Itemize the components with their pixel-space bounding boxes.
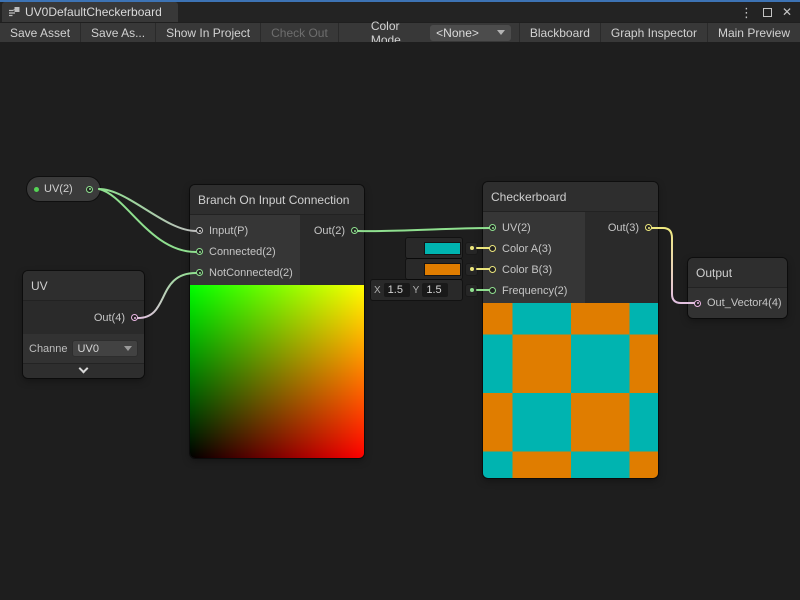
node-uv-property-pill[interactable]: UV(2) bbox=[27, 177, 100, 201]
pill-label: UV(2) bbox=[44, 183, 73, 195]
input-ports: UV(2) Color A(3) Color B(3) Frequency(2) bbox=[483, 212, 585, 303]
branch-node-uv-gradient-preview bbox=[190, 285, 364, 458]
color-mode-value: <None> bbox=[436, 26, 479, 40]
edge-uv2-to-inputP[interactable] bbox=[99, 189, 196, 231]
port-row-out-vector4[interactable]: Out_Vector4(4) bbox=[688, 288, 782, 318]
check-out-button: Check Out bbox=[261, 23, 339, 42]
frequency-x-label: X bbox=[374, 285, 381, 296]
port-uv-property-out[interactable] bbox=[86, 186, 93, 193]
port-color-b[interactable] bbox=[489, 266, 496, 273]
port-row-frequency[interactable]: Frequency(2) bbox=[483, 280, 585, 301]
maximize-icon[interactable] bbox=[763, 8, 772, 17]
color-b-field[interactable] bbox=[406, 259, 462, 279]
frequency-widget: X 1.5 Y 1.5 bbox=[371, 280, 478, 300]
color-mode-label: Color Mode bbox=[339, 23, 430, 42]
port-out4[interactable] bbox=[131, 314, 138, 321]
port-uv2[interactable] bbox=[489, 224, 496, 231]
main-preview-toggle-button[interactable]: Main Preview bbox=[708, 23, 800, 42]
close-icon[interactable]: ✕ bbox=[782, 6, 792, 18]
node-branch-on-input-connection[interactable]: Branch On Input Connection Input(P) Conn… bbox=[190, 185, 364, 458]
graph-inspector-toggle-button[interactable]: Graph Inspector bbox=[601, 23, 708, 42]
color-a-field[interactable] bbox=[406, 238, 462, 258]
edge-uv2-to-connected[interactable] bbox=[99, 189, 196, 252]
port-connected[interactable] bbox=[196, 248, 203, 255]
window-controls: ⋮ ✕ bbox=[740, 2, 800, 22]
frequency-y-input[interactable]: 1.5 bbox=[422, 283, 448, 297]
property-type-dot bbox=[34, 187, 39, 192]
port-row-notconnected[interactable]: NotConnected(2) bbox=[190, 262, 300, 283]
node-title: Output bbox=[688, 258, 787, 288]
port-out-vector4[interactable] bbox=[694, 300, 701, 307]
output-ports: Out(3) bbox=[585, 212, 658, 303]
save-as-button[interactable]: Save As... bbox=[81, 23, 156, 42]
color-a-widget bbox=[406, 238, 478, 258]
tab-title: UV0DefaultCheckerboard bbox=[25, 5, 162, 19]
dropdown-arrow-icon bbox=[124, 346, 132, 351]
toolbar: Save Asset Save As... Show In Project Ch… bbox=[0, 22, 800, 42]
input-ports: Out_Vector4(4) bbox=[688, 288, 787, 318]
port-out2[interactable] bbox=[351, 227, 358, 234]
port-row-out3[interactable]: Out(3) bbox=[585, 217, 658, 238]
port-input-p[interactable] bbox=[196, 227, 203, 234]
node-title: Branch On Input Connection bbox=[190, 185, 364, 215]
node-output[interactable]: Output Out_Vector4(4) bbox=[688, 258, 787, 318]
color-b-connector bbox=[465, 263, 478, 276]
edge-uvout4-to-notconnected[interactable] bbox=[138, 273, 196, 318]
chevron-down-icon bbox=[79, 364, 89, 374]
shader-graph-icon bbox=[8, 6, 20, 18]
port-row-color-a[interactable]: Color A(3) bbox=[483, 238, 585, 259]
frequency-y-label: Y bbox=[413, 285, 420, 296]
channel-dropdown[interactable]: UV0 bbox=[72, 340, 138, 357]
node-checkerboard[interactable]: Checkerboard UV(2) Color A(3) Color B(3) bbox=[483, 182, 658, 478]
color-mode-dropdown[interactable]: <None> bbox=[430, 25, 511, 41]
port-row-input-p[interactable]: Input(P) bbox=[190, 220, 300, 241]
save-asset-button[interactable]: Save Asset bbox=[0, 23, 81, 42]
checkerboard-node-preview bbox=[483, 303, 658, 478]
channel-value: UV0 bbox=[78, 343, 99, 355]
port-row-out2[interactable]: Out(2) bbox=[300, 220, 364, 241]
port-row-out4[interactable]: Out(4) bbox=[23, 301, 144, 334]
kebab-menu-icon[interactable]: ⋮ bbox=[740, 6, 753, 19]
frequency-connector bbox=[465, 284, 478, 297]
channel-row: Channe UV0 bbox=[23, 334, 144, 363]
node-uv[interactable]: UV Out(4) Channe UV0 bbox=[23, 271, 144, 378]
input-ports: Input(P) Connected(2) NotConnected(2) bbox=[190, 215, 300, 285]
show-in-project-button[interactable]: Show In Project bbox=[156, 23, 261, 42]
port-row-color-b[interactable]: Color B(3) bbox=[483, 259, 585, 280]
color-a-connector bbox=[465, 242, 478, 255]
shader-graph-window: UV0DefaultCheckerboard ⋮ ✕ Save Asset Sa… bbox=[0, 0, 800, 600]
color-a-swatch[interactable] bbox=[424, 242, 461, 255]
port-frequency[interactable] bbox=[489, 287, 496, 294]
node-title: Checkerboard bbox=[483, 182, 658, 212]
edge-branchout2-to-checker-uv[interactable] bbox=[358, 228, 489, 231]
node-title: UV bbox=[23, 271, 144, 301]
port-row-uv2[interactable]: UV(2) bbox=[483, 217, 585, 238]
port-row-connected[interactable]: Connected(2) bbox=[190, 241, 300, 262]
channel-label: Channe bbox=[29, 343, 68, 355]
expand-preview-button[interactable] bbox=[23, 363, 144, 378]
graph-canvas[interactable]: UV(2) Branch On Input Connection Input(P… bbox=[0, 42, 800, 600]
frequency-fields: X 1.5 Y 1.5 bbox=[371, 280, 462, 300]
port-color-a[interactable] bbox=[489, 245, 496, 252]
graph-tab[interactable]: UV0DefaultCheckerboard bbox=[2, 2, 178, 22]
dropdown-arrow-icon bbox=[497, 30, 505, 35]
blackboard-toggle-button[interactable]: Blackboard bbox=[519, 23, 601, 42]
port-notconnected[interactable] bbox=[196, 269, 203, 276]
port-out3[interactable] bbox=[645, 224, 652, 231]
color-b-widget bbox=[406, 259, 478, 279]
output-ports: Out(2) bbox=[300, 215, 364, 285]
frequency-x-input[interactable]: 1.5 bbox=[384, 283, 410, 297]
color-b-swatch[interactable] bbox=[424, 263, 461, 276]
